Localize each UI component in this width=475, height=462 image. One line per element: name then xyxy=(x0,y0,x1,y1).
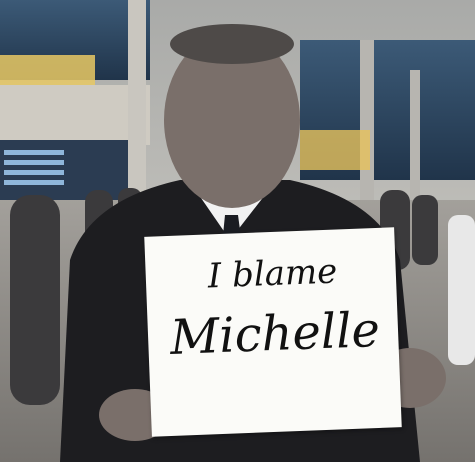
handwritten-sign: I blame Michelle xyxy=(144,227,402,437)
pillar xyxy=(128,0,146,215)
mezzanine-wall xyxy=(0,85,150,145)
right-light-panel xyxy=(300,130,370,170)
sign-text-line-2: Michelle xyxy=(169,301,381,366)
pillar-right xyxy=(360,40,374,200)
pillar-far-right xyxy=(410,70,420,200)
sign-text-line-1: I blame xyxy=(207,251,339,297)
photo-scene: I blame Michelle xyxy=(0,0,475,462)
